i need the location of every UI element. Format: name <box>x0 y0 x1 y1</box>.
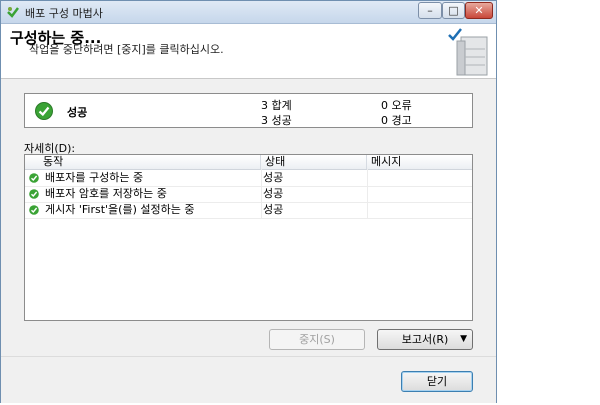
wizard-header: 구성하는 중... 작업을 중단하려면 [중지]를 클릭하십시오. <box>1 24 496 79</box>
row-status: 성공 <box>263 203 284 216</box>
column-status[interactable]: 상태 <box>261 155 367 169</box>
wizard-window: 배포 구성 마법사 – □ ✕ 구성하는 중... 작업을 중단하려면 [중지]… <box>0 0 497 403</box>
table-row[interactable]: 배포자 암호를 저장하는 중 성공 <box>25 186 472 203</box>
row-status: 성공 <box>263 187 284 200</box>
success-check-icon <box>35 102 53 120</box>
warning-count: 0 경고 <box>381 114 412 127</box>
overall-status: 성공 <box>67 106 88 119</box>
close-window-button[interactable]: ✕ <box>465 2 493 19</box>
wizard-footer: 닫기 <box>1 356 496 403</box>
row-status: 성공 <box>263 171 284 184</box>
details-header-row: 동작 상태 메시지 <box>25 155 472 170</box>
success-check-icon <box>29 189 39 199</box>
success-count: 3 성공 <box>261 114 292 127</box>
page-subtitle: 작업을 중단하려면 [중지]를 클릭하십시오. <box>29 43 224 56</box>
details-list[interactable]: 동작 상태 메시지 배포자를 구성하는 중 성공 배포자 암호를 저장하는 중 … <box>24 154 473 321</box>
report-button-label: 보고서(R) <box>401 333 449 346</box>
title-bar[interactable]: 배포 구성 마법사 – □ ✕ <box>1 1 496 24</box>
dropdown-arrow-icon: ▼ <box>460 334 467 344</box>
stop-button[interactable]: 중지(S) <box>269 329 365 350</box>
table-row[interactable]: 게시자 'First'을(를) 설정하는 중 성공 <box>25 202 472 219</box>
column-action[interactable]: 동작 <box>39 155 261 169</box>
minimize-button[interactable]: – <box>418 2 442 19</box>
column-message[interactable]: 메시지 <box>367 155 472 169</box>
row-action: 배포자를 구성하는 중 <box>45 171 144 184</box>
summary-panel: 성공 3 합계 3 성공 0 오류 0 경고 <box>24 93 473 128</box>
row-action: 배포자 암호를 저장하는 중 <box>45 187 167 200</box>
success-check-icon <box>29 173 39 183</box>
success-check-icon <box>29 205 39 215</box>
wizard-app-icon <box>7 7 19 18</box>
window-title: 배포 구성 마법사 <box>25 7 103 20</box>
error-count: 0 오류 <box>381 99 412 112</box>
maximize-button[interactable]: □ <box>442 2 465 19</box>
row-action: 게시자 'First'을(를) 설정하는 중 <box>45 203 195 216</box>
table-row[interactable]: 배포자를 구성하는 중 성공 <box>25 170 472 187</box>
total-count: 3 합계 <box>261 99 292 112</box>
server-check-icon <box>448 28 488 76</box>
report-button[interactable]: 보고서(R) ▼ <box>377 329 473 350</box>
close-button[interactable]: 닫기 <box>401 371 473 392</box>
